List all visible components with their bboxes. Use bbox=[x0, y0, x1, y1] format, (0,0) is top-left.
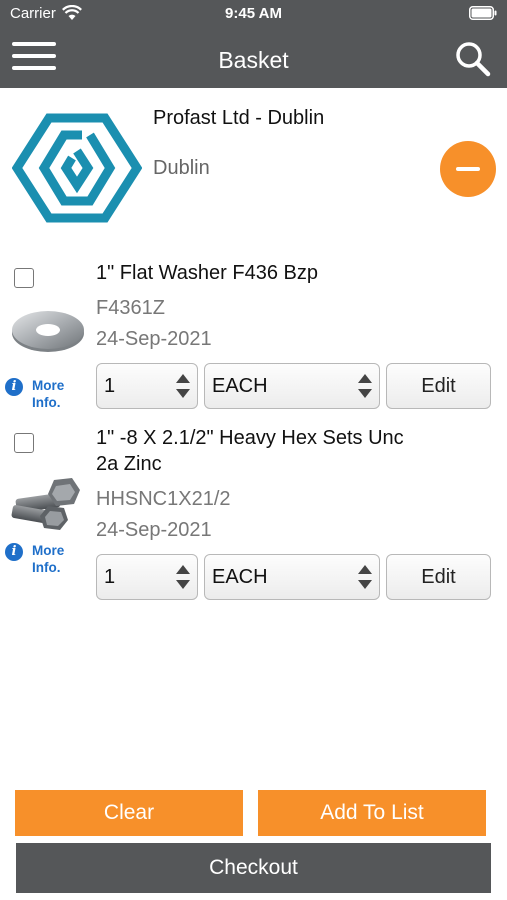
status-bar: Carrier 9:45 AM bbox=[0, 0, 507, 28]
up-down-arrows-icon bbox=[358, 374, 372, 398]
item-code: F4361Z bbox=[96, 297, 165, 319]
info-icon: i bbox=[5, 543, 23, 561]
item-title: 1" -8 X 2.1/2" Heavy Hex Sets Unc 2a Zin… bbox=[96, 427, 404, 475]
item-code: HHSNC1X21/2 bbox=[96, 488, 231, 510]
edit-button[interactable]: Edit bbox=[386, 554, 491, 600]
up-down-arrows-icon bbox=[176, 565, 190, 589]
customer-city: Dublin bbox=[153, 157, 210, 179]
nav-bar: Basket bbox=[0, 28, 507, 88]
minus-icon bbox=[456, 167, 480, 171]
quantity-stepper[interactable]: 1 bbox=[96, 554, 198, 600]
uom-value: EACH bbox=[212, 566, 268, 588]
clear-button[interactable]: Clear bbox=[15, 790, 243, 836]
status-time: 9:45 AM bbox=[225, 5, 282, 22]
search-icon[interactable] bbox=[455, 41, 491, 77]
unit-of-measure-select[interactable]: EACH bbox=[204, 363, 380, 409]
battery-icon bbox=[469, 6, 497, 20]
customer-logo bbox=[12, 113, 142, 223]
item-checkbox[interactable] bbox=[14, 433, 34, 453]
flat-washer-image bbox=[12, 311, 84, 352]
add-to-list-button[interactable]: Add To List bbox=[258, 790, 486, 836]
quantity-value: 1 bbox=[104, 375, 116, 397]
customer-name: Profast Ltd - Dublin bbox=[153, 107, 325, 129]
item-title: 1" Flat Washer F436 Bzp bbox=[96, 262, 319, 284]
up-down-arrows-icon bbox=[358, 565, 372, 589]
page-title: Basket bbox=[218, 47, 289, 73]
item-date: 24-Sep-2021 bbox=[96, 328, 212, 350]
quantity-value: 1 bbox=[104, 566, 116, 588]
edit-button[interactable]: Edit bbox=[386, 363, 491, 409]
remove-customer-button[interactable] bbox=[440, 141, 496, 197]
hex-bolts-image bbox=[11, 478, 80, 530]
info-icon: i bbox=[5, 378, 23, 396]
item-date: 24-Sep-2021 bbox=[96, 519, 212, 541]
quantity-stepper[interactable]: 1 bbox=[96, 363, 198, 409]
uom-value: EACH bbox=[212, 375, 268, 397]
item-checkbox[interactable] bbox=[14, 268, 34, 288]
up-down-arrows-icon bbox=[176, 374, 190, 398]
checkout-button[interactable]: Checkout bbox=[16, 843, 491, 893]
unit-of-measure-select[interactable]: EACH bbox=[204, 554, 380, 600]
